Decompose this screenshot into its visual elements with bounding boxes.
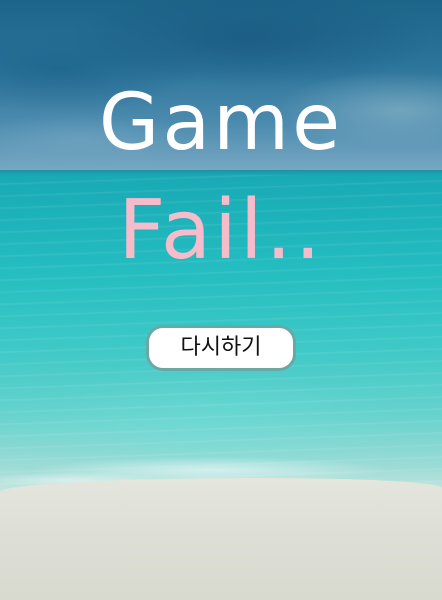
fail-subtitle: Fail..: [118, 183, 324, 278]
game-over-title: Game: [98, 78, 344, 168]
sandy-beach-background: [0, 478, 442, 600]
retry-button[interactable]: 다시하기: [146, 325, 296, 371]
horizon-line: [0, 170, 442, 175]
game-over-screen: Game Fail.. 다시하기: [0, 0, 442, 600]
